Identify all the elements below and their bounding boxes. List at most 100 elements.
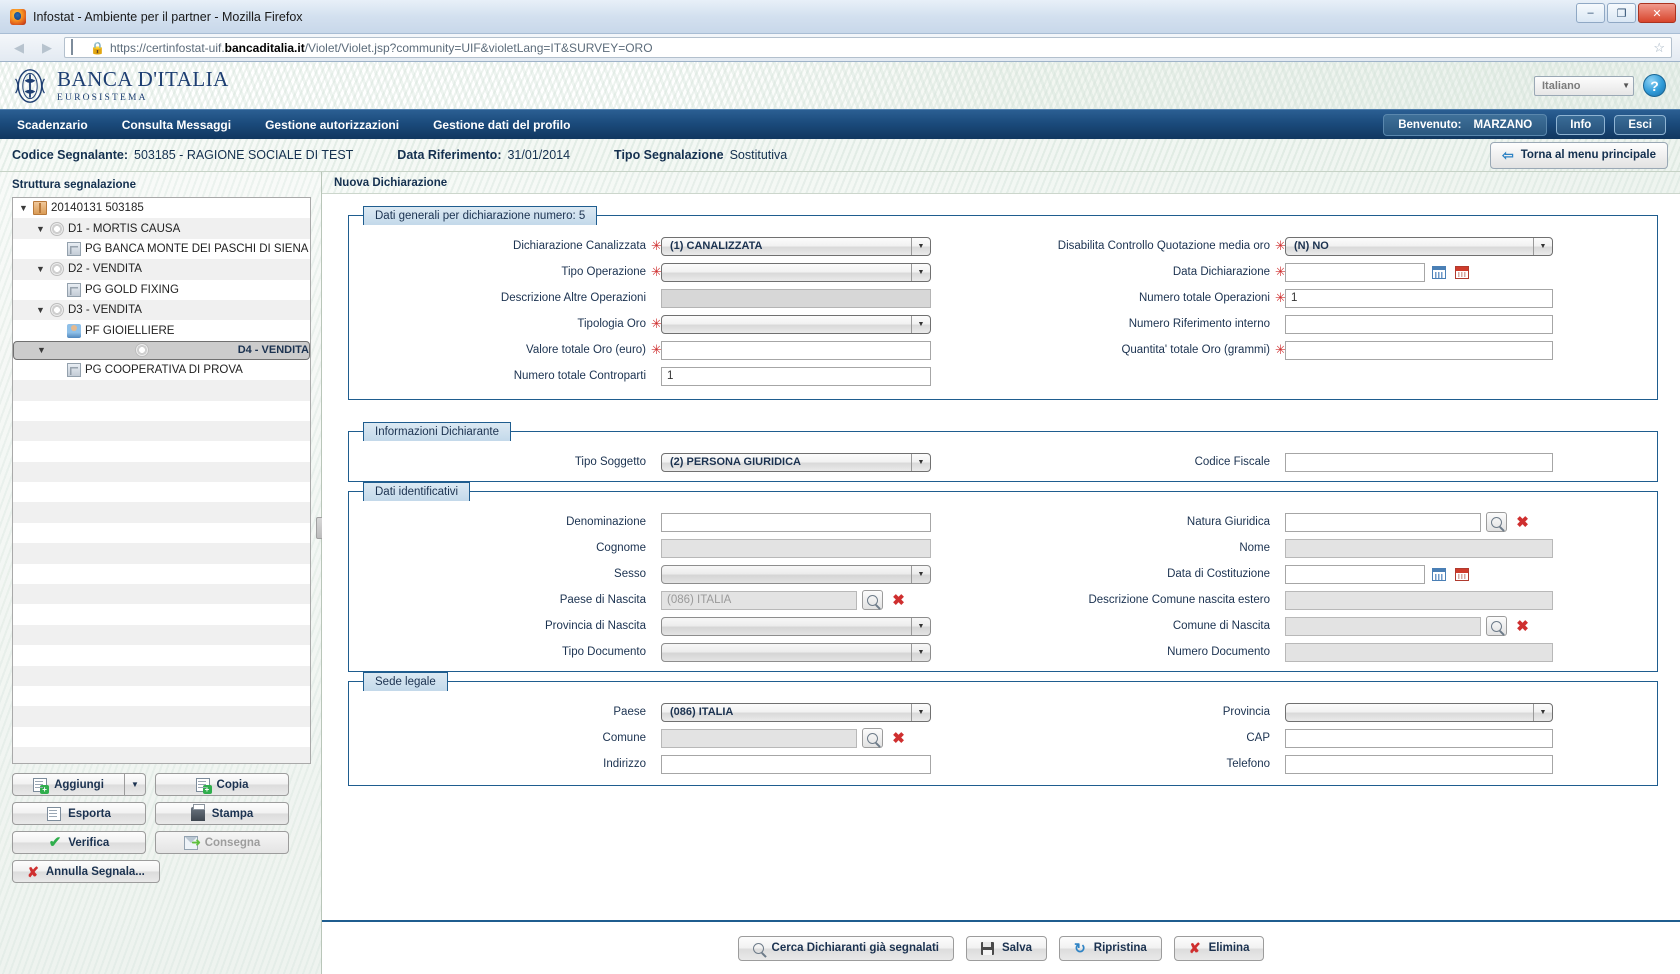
- expand-triangle-icon[interactable]: ▼: [19, 203, 29, 213]
- site-identity-icon[interactable]: [71, 39, 85, 55]
- sesso-select[interactable]: ▼: [661, 564, 931, 584]
- tree-node[interactable]: PG BANCA MONTE DEI PASCHI DI SIENA: [13, 239, 310, 259]
- tree-node[interactable]: PG COOPERATIVA DI PROVA: [13, 360, 310, 380]
- salva-button[interactable]: Salva: [965, 935, 1048, 961]
- tree-node[interactable]: PF GIOIELLIERE: [13, 320, 310, 340]
- elimina-button[interactable]: ✘ Elimina: [1173, 935, 1265, 961]
- comune-clear-button[interactable]: ✖: [888, 728, 909, 748]
- required-asterisk-icon: ✳: [651, 316, 662, 331]
- field-cognome: Cognome: [359, 535, 1003, 561]
- tipo-operazione-select[interactable]: ▼: [661, 262, 931, 282]
- nav-item-scadenzario[interactable]: Scadenzario: [0, 110, 105, 140]
- paese-select[interactable]: (086) ITALIA ▼: [661, 702, 931, 722]
- valore-totale-oro-euro-input[interactable]: [661, 340, 931, 360]
- back-icon[interactable]: ◀: [8, 38, 30, 58]
- forward-icon[interactable]: ▶: [36, 38, 58, 58]
- indirizzo-input[interactable]: [661, 754, 931, 774]
- calendar-today-icon[interactable]: [1455, 265, 1469, 279]
- natura-giuridica-input[interactable]: [1285, 512, 1481, 532]
- help-button[interactable]: ?: [1643, 74, 1666, 97]
- expand-triangle-icon[interactable]: ▼: [36, 224, 46, 234]
- numero-riferimento-interno-input[interactable]: [1285, 314, 1553, 334]
- url-bar[interactable]: 🔒 https://certinfostat-uif.bancaditalia.…: [64, 37, 1672, 58]
- quantita-totale-oro-grammi-input[interactable]: [1285, 340, 1553, 360]
- tree-node[interactable]: ▼ D3 - VENDITA: [13, 299, 310, 321]
- expand-triangle-icon[interactable]: ▼: [36, 305, 46, 315]
- nav-item-gestione-dati-profilo[interactable]: Gestione dati del profilo: [416, 110, 587, 140]
- chevron-down-icon: ▼: [1533, 237, 1552, 255]
- annulla-segnalazione-button[interactable]: ✘ Annulla Segnala...: [12, 860, 160, 883]
- cap-input[interactable]: [1285, 728, 1553, 748]
- dichiarazione-canalizzata-select[interactable]: (1) CANALIZZATA ▼: [661, 236, 931, 256]
- tipo-documento-select[interactable]: ▼: [661, 642, 931, 662]
- telefono-input[interactable]: [1285, 754, 1553, 774]
- paese-di-nascita-clear-button[interactable]: ✖: [888, 590, 909, 610]
- data-dichiarazione-input[interactable]: [1285, 262, 1425, 282]
- tree-node[interactable]: ▼ D4 - VENDITA: [13, 340, 310, 360]
- expand-triangle-icon[interactable]: ▼: [37, 345, 47, 355]
- back-to-main-menu-button[interactable]: ⇦ Torna al menu principale: [1490, 141, 1668, 169]
- comune-di-nascita-clear-button[interactable]: ✖: [1512, 616, 1533, 636]
- chevron-down-icon: ▼: [911, 263, 930, 281]
- nav-item-consulta-messaggi[interactable]: Consulta Messaggi: [105, 110, 248, 140]
- lock-icon: 🔒: [90, 40, 105, 55]
- tree-empty-row: [13, 420, 310, 442]
- bookmark-star-icon[interactable]: ☆: [1653, 40, 1665, 56]
- cancel-x-icon: ✘: [27, 863, 39, 880]
- tree-node[interactable]: ▼ 20140131 503185: [13, 198, 310, 218]
- natura-giuridica-search-button[interactable]: [1486, 512, 1507, 532]
- copia-button[interactable]: + Copia: [155, 773, 289, 796]
- report-structure-tree[interactable]: ▼ 20140131 503185 ▼ D1 - MORTIS CAUSA PG BAN…: [12, 197, 311, 764]
- aggiungi-dropdown-button[interactable]: ▼: [124, 773, 146, 796]
- comune-search-button[interactable]: [862, 728, 883, 748]
- comune-di-nascita-search-button[interactable]: [1486, 616, 1507, 636]
- tipo-soggetto-select[interactable]: (2) PERSONA GIURIDICA ▼: [661, 452, 931, 472]
- esporta-button[interactable]: Esporta: [12, 802, 146, 825]
- main-navbar: Scadenzario Consulta Messaggi Gestione a…: [0, 109, 1680, 139]
- box-icon: [33, 201, 47, 216]
- field-tipologia-oro: Tipologia Oro ✳ ▼: [359, 311, 1003, 337]
- maximize-button[interactable]: ❐: [1607, 3, 1636, 23]
- calendar-picker-icon[interactable]: [1432, 567, 1446, 581]
- valore-totale-oro-euro-label: Valore totale Oro (euro): [526, 344, 646, 356]
- provincia-di-nascita-select[interactable]: ▼: [661, 616, 931, 636]
- data-di-costituzione-label: Data di Costituzione: [1167, 568, 1270, 580]
- natura-giuridica-clear-button[interactable]: ✖: [1512, 512, 1533, 532]
- page-title: Nuova Dichiarazione: [322, 172, 1680, 194]
- tipologia-oro-select[interactable]: ▼: [661, 314, 931, 334]
- tree-node[interactable]: PG GOLD FIXING: [13, 280, 310, 300]
- search-icon: [1491, 620, 1502, 632]
- cerca-dichiaranti-button[interactable]: Cerca Dichiaranti già segnalati: [737, 935, 954, 961]
- dati-identificativi-right-column: Natura Giuridica ✖ Nome Data di Costituzion…: [1003, 509, 1647, 665]
- expand-triangle-icon[interactable]: ▼: [36, 264, 46, 274]
- consegna-button[interactable]: ➜ Consegna: [155, 831, 289, 854]
- calendar-picker-icon[interactable]: [1432, 265, 1446, 279]
- codice-fiscale-input[interactable]: [1285, 452, 1553, 472]
- numero-totale-operazioni-input[interactable]: [1285, 288, 1553, 308]
- stampa-button[interactable]: Stampa: [155, 802, 289, 825]
- info-button[interactable]: Info: [1556, 114, 1606, 135]
- verifica-button[interactable]: ✔ Verifica: [12, 831, 146, 854]
- field-nome: Nome: [1003, 535, 1647, 561]
- tree-node[interactable]: ▼ D2 - VENDITA: [13, 259, 310, 280]
- report-context-bar: Codice Segnalante: 503185 - RAGIONE SOCI…: [0, 139, 1680, 172]
- logout-button[interactable]: Esci: [1614, 114, 1666, 135]
- data-di-costituzione-input[interactable]: [1285, 564, 1425, 584]
- calendar-today-icon[interactable]: [1455, 567, 1469, 581]
- nav-item-gestione-autorizzazioni[interactable]: Gestione autorizzazioni: [248, 110, 416, 140]
- aggiungi-button[interactable]: + Aggiungi: [12, 773, 124, 796]
- language-select[interactable]: Italiano ▼: [1534, 75, 1634, 96]
- numero-totale-controparti-input[interactable]: [661, 366, 931, 386]
- provincia-select[interactable]: ▼: [1285, 702, 1553, 722]
- quantita-totale-oro-grammi-label: Quantita' totale Oro (grammi): [1121, 344, 1270, 356]
- tree-node-label: PG COOPERATIVA DI PROVA: [85, 363, 243, 376]
- disabilita-controllo-quotazione-media-oro-select[interactable]: (N) NO ▼: [1285, 236, 1553, 256]
- paese-di-nascita-search-button[interactable]: [862, 590, 883, 610]
- ripristina-button[interactable]: ↻ Ripristina: [1059, 935, 1162, 961]
- denominazione-input[interactable]: [661, 512, 931, 532]
- bank-header: BANCA D'ITALIA EUROSISTEMA Italiano ▼ ?: [0, 62, 1680, 109]
- close-button[interactable]: ✕: [1638, 3, 1676, 23]
- minimize-button[interactable]: –: [1576, 3, 1605, 23]
- delete-x-icon: ✘: [1188, 940, 1201, 956]
- tree-node[interactable]: ▼ D1 - MORTIS CAUSA: [13, 218, 310, 239]
